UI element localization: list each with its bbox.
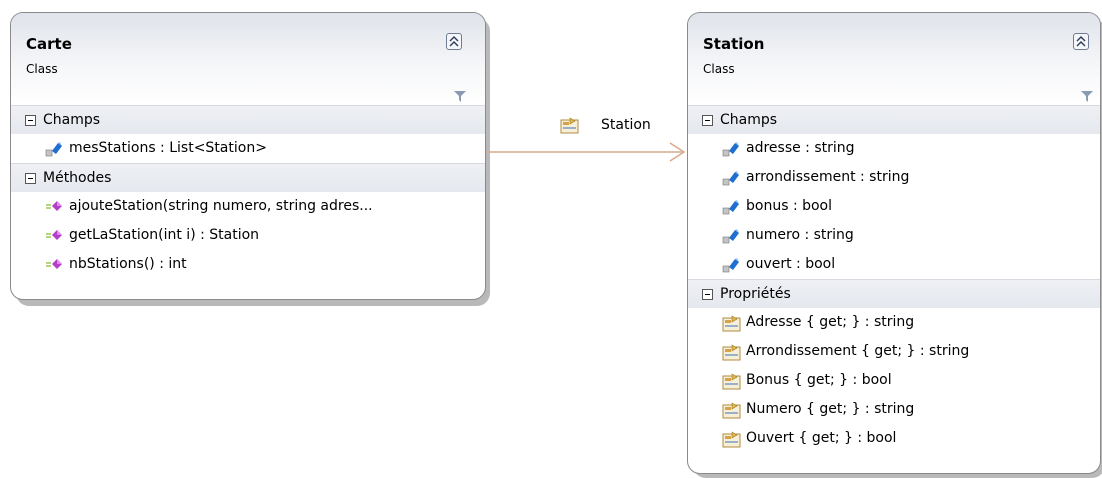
class-stereotype: Class: [26, 62, 58, 76]
field-item[interactable]: adresse : string: [688, 134, 1100, 163]
field-text: ouvert : bool: [746, 256, 836, 272]
property-item[interactable]: Arrondissement { get; } : string: [688, 337, 1100, 366]
property-icon: [722, 344, 741, 361]
property-icon: [722, 402, 741, 419]
method-item[interactable]: nbStations() : int: [11, 250, 485, 279]
filter-icon[interactable]: [1081, 90, 1093, 106]
property-text: Adresse { get; } : string: [746, 314, 915, 330]
minus-toggle-icon[interactable]: [25, 115, 36, 126]
class-shape-carte[interactable]: Carte Class Champs mesStations : List<St…: [10, 12, 486, 300]
field-text: bonus : bool: [746, 198, 833, 214]
field-icon: [45, 141, 63, 157]
field-item[interactable]: mesStations : List<Station>: [11, 134, 485, 163]
method-icon: [45, 257, 63, 273]
class-name[interactable]: Carte: [26, 35, 72, 53]
field-icon: [722, 228, 740, 244]
property-icon: [722, 431, 741, 448]
minus-toggle-icon[interactable]: [702, 289, 713, 300]
field-text: adresse : string: [746, 140, 855, 156]
section-label: Champs: [43, 112, 101, 128]
section-fields[interactable]: Champs: [688, 105, 1100, 134]
class-header: Station Class: [688, 13, 1100, 105]
section-properties[interactable]: Propriétés: [688, 279, 1100, 308]
field-icon: [722, 199, 740, 215]
property-item[interactable]: Ouvert { get; } : bool: [688, 424, 1100, 453]
field-item[interactable]: ouvert : bool: [688, 250, 1100, 279]
minus-toggle-icon[interactable]: [702, 115, 713, 126]
field-icon: [722, 141, 740, 157]
filter-icon[interactable]: [454, 90, 466, 106]
field-text: mesStations : List<Station>: [69, 140, 267, 156]
property-item[interactable]: Adresse { get; } : string: [688, 308, 1100, 337]
association-property-icon: [560, 117, 580, 139]
field-item[interactable]: numero : string: [688, 221, 1100, 250]
field-text: arrondissement : string: [746, 169, 910, 185]
property-text: Bonus { get; } : bool: [746, 372, 892, 388]
property-text: Arrondissement { get; } : string: [746, 343, 970, 359]
field-item[interactable]: arrondissement : string: [688, 163, 1100, 192]
collapse-icon[interactable]: [446, 33, 462, 50]
property-text: Ouvert { get; } : bool: [746, 430, 897, 446]
collapse-icon[interactable]: [1073, 33, 1089, 50]
class-stereotype: Class: [703, 62, 735, 76]
property-item[interactable]: Numero { get; } : string: [688, 395, 1100, 424]
property-item[interactable]: Bonus { get; } : bool: [688, 366, 1100, 395]
method-text: nbStations() : int: [69, 256, 187, 272]
method-item[interactable]: getLaStation(int i) : Station: [11, 221, 485, 250]
field-text: numero : string: [746, 227, 854, 243]
class-shape-station[interactable]: Station Class Champs adresse : string ar…: [687, 12, 1101, 474]
section-methods[interactable]: Méthodes: [11, 163, 485, 192]
section-label: Champs: [720, 112, 778, 128]
method-text: getLaStation(int i) : Station: [69, 227, 260, 243]
section-label: Propriétés: [720, 286, 791, 302]
association-label[interactable]: Station: [601, 117, 651, 133]
class-header: Carte Class: [11, 13, 485, 105]
method-item[interactable]: ajouteStation(string numero, string adre…: [11, 192, 485, 221]
field-icon: [722, 257, 740, 273]
method-icon: [45, 228, 63, 244]
method-icon: [45, 199, 63, 215]
property-icon: [722, 315, 741, 332]
property-icon: [722, 373, 741, 390]
method-text: ajouteStation(string numero, string adre…: [69, 198, 373, 214]
property-text: Numero { get; } : string: [746, 401, 915, 417]
section-label: Méthodes: [43, 170, 112, 186]
field-item[interactable]: bonus : bool: [688, 192, 1100, 221]
section-fields[interactable]: Champs: [11, 105, 485, 134]
field-icon: [722, 170, 740, 186]
minus-toggle-icon[interactable]: [25, 173, 36, 184]
class-name[interactable]: Station: [703, 35, 764, 53]
